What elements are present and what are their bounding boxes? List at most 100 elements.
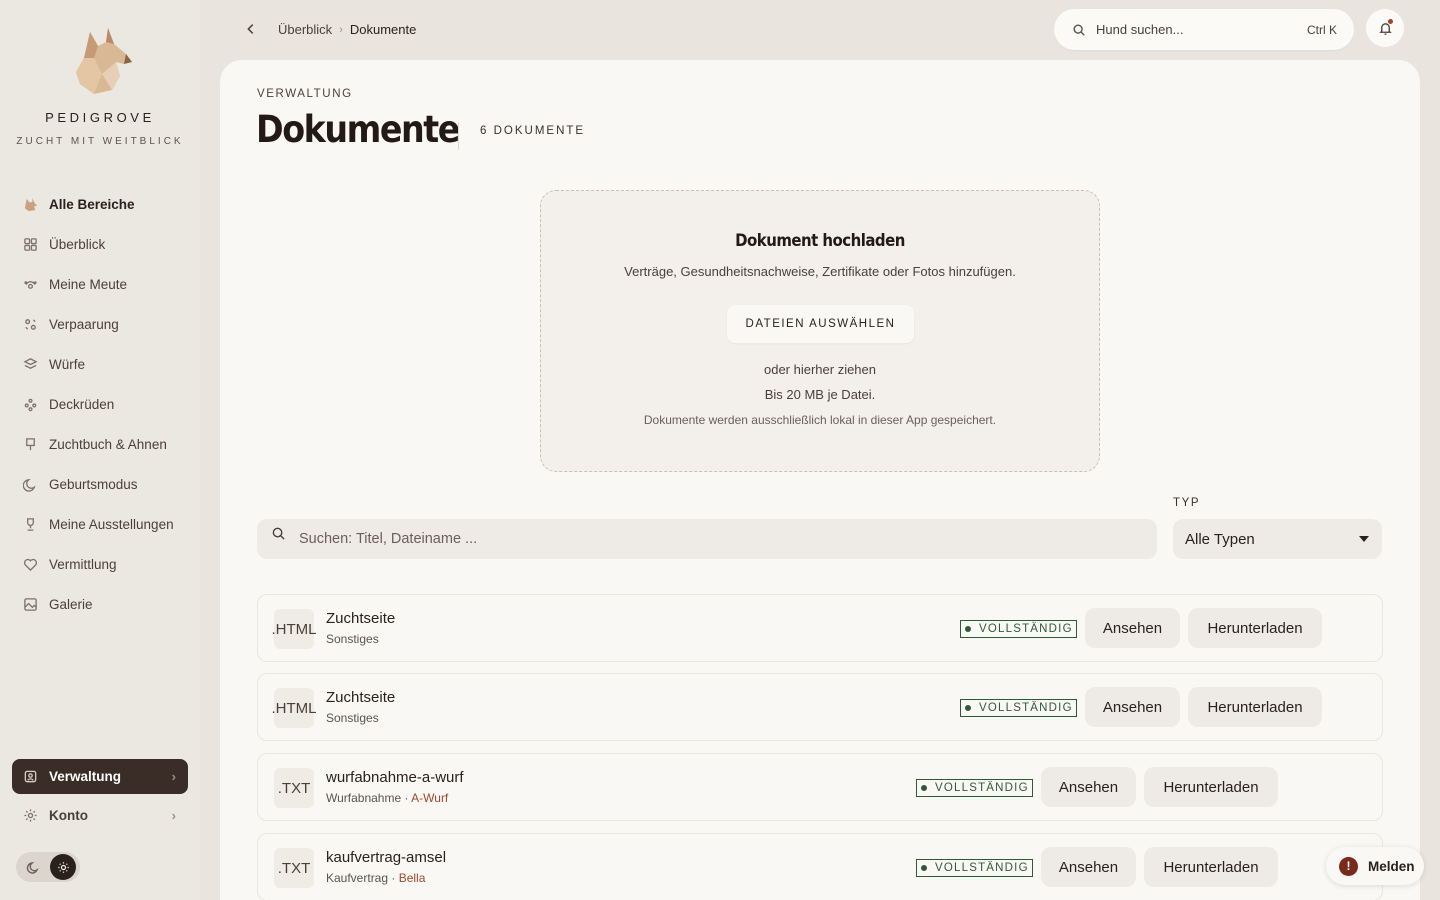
- breadcrumb: Überblick › Dokumente: [278, 22, 416, 37]
- search-shortcut: Ctrl K: [1307, 22, 1337, 37]
- gear-icon: [22, 808, 38, 824]
- sidebar-item-zuchtbuch[interactable]: Zuchtbuch & Ahnen: [12, 424, 188, 464]
- document-link[interactable]: A-Wurf: [411, 791, 448, 805]
- status-dot: [921, 785, 927, 791]
- sidebar-item-alle-bereiche[interactable]: Alle Bereiche: [12, 184, 188, 224]
- document-meta: Wurfabnahme · A-Wurf: [326, 791, 448, 805]
- document-title: Zuchtseite: [326, 610, 396, 627]
- status-badge: VOLLSTÄNDIG: [916, 859, 1033, 877]
- sidebar-item-label: Konto: [49, 808, 88, 823]
- sun-icon[interactable]: [50, 854, 76, 880]
- sidebar-item-label: Meine Meute: [49, 276, 128, 292]
- status-badge: VOLLSTÄNDIG: [960, 699, 1077, 717]
- sidebar-item-konto[interactable]: Konto ›: [12, 798, 188, 833]
- sidebar-item-label: Verpaarung: [49, 316, 119, 332]
- sidebar-item-meine-meute[interactable]: Meine Meute: [12, 264, 188, 304]
- file-type-badge: .HTML: [272, 688, 317, 728]
- type-filter-label: TYP: [1173, 497, 1201, 509]
- upload-dropzone[interactable]: Dokument hochladen Verträge, Gesundheits…: [540, 190, 1100, 472]
- upload-title: Dokument hochladen: [735, 231, 905, 251]
- moon-icon: [26, 859, 42, 875]
- upload-description: Verträge, Gesundheitsnachweise, Zertifik…: [624, 264, 1016, 279]
- document-row: .TXT kaufvertrag-amsel Kaufvertrag · Bel…: [257, 833, 1383, 900]
- admin-icon: [22, 769, 38, 785]
- document-row: .HTML Zuchtseite Sonstiges VOLLSTÄNDIG A…: [257, 594, 1383, 662]
- view-button[interactable]: Ansehen: [1041, 847, 1136, 887]
- sidebar-nav: Alle Bereiche Überblick Meine Meute Verp…: [12, 184, 188, 624]
- document-category: Wurfabnahme ·: [326, 791, 412, 805]
- sidebar-item-label: Meine Ausstellungen: [49, 516, 174, 532]
- view-button[interactable]: Ansehen: [1041, 767, 1136, 807]
- sidebar-item-label: Alle Bereiche: [49, 196, 135, 212]
- document-title: wurfabnahme-a-wurf: [326, 769, 464, 786]
- pairing-icon: [22, 316, 38, 332]
- download-button[interactable]: Herunterladen: [1188, 608, 1322, 648]
- sidebar-item-geburtsmodus[interactable]: Geburtsmodus: [12, 464, 188, 504]
- document-meta: Kaufvertrag · Bella: [326, 871, 425, 885]
- download-button[interactable]: Herunterladen: [1144, 767, 1278, 807]
- report-button[interactable]: ! Melden: [1326, 847, 1424, 885]
- search-icon: [1072, 23, 1086, 37]
- status-label: VOLLSTÄNDIG: [979, 702, 1073, 714]
- stud-icon: [22, 396, 38, 412]
- trophy-icon: [22, 516, 38, 532]
- choose-files-button[interactable]: DATEIEN AUSWÄHLEN: [727, 305, 914, 343]
- upload-size-limit: Bis 20 MB je Datei.: [764, 387, 876, 402]
- document-title: Zuchtseite: [326, 689, 396, 706]
- title-divider: [458, 122, 459, 150]
- search-placeholder: Hund suchen...: [1096, 22, 1184, 37]
- moon-icon: [22, 476, 38, 492]
- status-badge: VOLLSTÄNDIG: [916, 779, 1033, 797]
- document-meta: Sonstiges: [326, 711, 379, 725]
- heart-icon: [22, 556, 38, 572]
- search-placeholder: Suchen: Titel, Dateiname ...: [299, 531, 478, 547]
- image-icon: [22, 596, 38, 612]
- status-label: VOLLSTÄNDIG: [935, 862, 1029, 874]
- document-search-input[interactable]: Suchen: Titel, Dateiname ...: [257, 519, 1157, 559]
- back-button[interactable]: [240, 18, 262, 40]
- sidebar-item-wuerfe[interactable]: Würfe: [12, 344, 188, 384]
- status-label: VOLLSTÄNDIG: [979, 623, 1073, 635]
- document-title: kaufvertrag-amsel: [326, 849, 447, 866]
- status-label: VOLLSTÄNDIG: [935, 782, 1029, 794]
- book-icon: [22, 436, 38, 452]
- breadcrumb-current: Dokumente: [349, 22, 417, 37]
- sidebar-item-label: Überblick: [49, 236, 106, 252]
- brand-tagline: ZUCHT MIT WEITBLICK: [16, 136, 184, 147]
- report-label: Melden: [1368, 858, 1415, 874]
- upload-storage-note: Dokumente werden ausschließlich lokal in…: [643, 413, 997, 427]
- file-type-badge: .HTML: [272, 609, 317, 649]
- sidebar-item-ueberblick[interactable]: Überblick: [12, 224, 188, 264]
- download-button[interactable]: Herunterladen: [1188, 687, 1322, 727]
- document-category: Sonstiges: [326, 632, 379, 646]
- caret-down-icon: [1359, 536, 1369, 542]
- sidebar-item-label: Geburtsmodus: [49, 476, 138, 492]
- document-link[interactable]: Bella: [399, 871, 426, 885]
- upload-drag-hint: oder hierher ziehen: [763, 362, 877, 377]
- status-dot: [965, 705, 971, 711]
- view-button[interactable]: Ansehen: [1085, 687, 1180, 727]
- download-button[interactable]: Herunterladen: [1144, 847, 1278, 887]
- dog-icon: [22, 196, 38, 212]
- sidebar-item-label: Vermittlung: [49, 556, 117, 572]
- type-filter-select[interactable]: Alle Typen: [1173, 519, 1382, 559]
- dog-logo-icon: [72, 24, 136, 96]
- breadcrumb-link-ueberblick[interactable]: Überblick: [278, 22, 332, 37]
- sidebar-item-galerie[interactable]: Galerie: [12, 584, 188, 624]
- global-search-input[interactable]: Hund suchen... Ctrl K: [1054, 9, 1354, 50]
- document-count: 6 DOKUMENTE: [480, 125, 586, 137]
- document-meta: Sonstiges: [326, 632, 379, 646]
- notifications-button[interactable]: [1366, 9, 1404, 47]
- sidebar-item-label: Deckrüden: [49, 396, 115, 412]
- sidebar-item-verpaarung[interactable]: Verpaarung: [12, 304, 188, 344]
- view-button[interactable]: Ansehen: [1085, 608, 1180, 648]
- sidebar-item-label: Zuchtbuch & Ahnen: [49, 436, 167, 452]
- sidebar-item-vermittlung[interactable]: Vermittlung: [12, 544, 188, 584]
- document-row: .TXT wurfabnahme-a-wurf Wurfabnahme · A-…: [257, 753, 1383, 821]
- theme-toggle[interactable]: [16, 852, 80, 882]
- sidebar-item-verwaltung[interactable]: Verwaltung ›: [12, 759, 188, 794]
- notification-dot: [1388, 19, 1393, 24]
- sidebar-item-deckrueden[interactable]: Deckrüden: [12, 384, 188, 424]
- sidebar-item-ausstellungen[interactable]: Meine Ausstellungen: [12, 504, 188, 544]
- chevron-right-icon: ›: [171, 769, 176, 784]
